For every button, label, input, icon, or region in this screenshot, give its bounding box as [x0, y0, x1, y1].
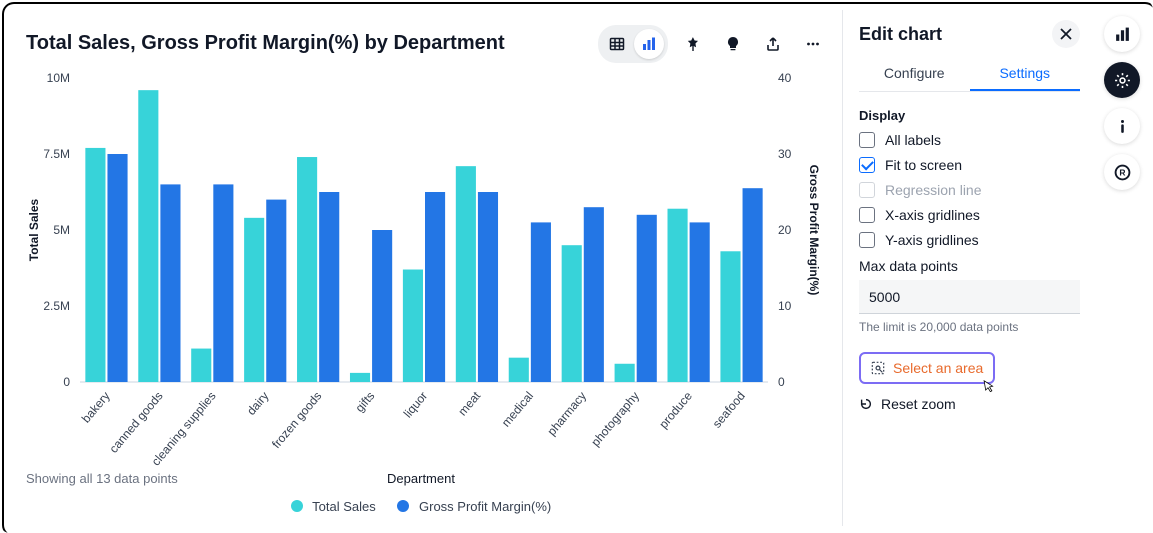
svg-text:bakery: bakery — [79, 389, 113, 426]
svg-text:seafood: seafood — [710, 389, 748, 431]
more-button[interactable] — [798, 29, 828, 59]
svg-text:R: R — [1119, 167, 1125, 177]
svg-text:10M: 10M — [47, 72, 70, 85]
svg-text:dairy: dairy — [244, 389, 271, 418]
svg-text:produce: produce — [656, 389, 695, 431]
x-axis-title: Department — [10, 471, 832, 486]
checkbox-icon — [859, 232, 875, 248]
svg-text:canned goods: canned goods — [106, 389, 165, 456]
panel-title: Edit chart — [859, 24, 942, 45]
svg-text:gifts: gifts — [352, 389, 377, 415]
rail-info-button[interactable] — [1104, 108, 1140, 144]
opt-x-gridlines[interactable]: X-axis gridlines — [859, 207, 1080, 223]
opt-all-labels[interactable]: All labels — [859, 132, 1080, 148]
chart-title: Total Sales, Gross Profit Margin(%) by D… — [26, 32, 505, 55]
opt-regression-line: Regression line — [859, 182, 1080, 198]
chart-plot[interactable]: 0 2.5M 5M 7.5M 10M 0 10 20 30 40 Total Sales Gross … — [22, 72, 820, 468]
tab-settings[interactable]: Settings — [970, 55, 1081, 91]
bar-chart-svg: 0 2.5M 5M 7.5M 10M 0 10 20 30 40 Total Sales Gross … — [22, 72, 820, 468]
svg-text:meat: meat — [455, 388, 483, 418]
insight-button[interactable] — [718, 29, 748, 59]
viz-toolbar — [598, 26, 828, 62]
view-mode-segment — [598, 25, 668, 63]
svg-text:7.5M: 7.5M — [43, 147, 70, 161]
edit-chart-panel: Edit chart Configure Settings Display Al… — [842, 10, 1092, 526]
select-area-button[interactable]: Select an area — [859, 352, 995, 384]
close-panel-button[interactable] — [1052, 20, 1080, 48]
svg-text:medical: medical — [499, 389, 536, 430]
legend-swatch-gpm — [397, 500, 409, 512]
legend: Total Sales Gross Profit Margin(%) — [10, 499, 832, 514]
rail-chart-button[interactable] — [1104, 16, 1140, 52]
pin-button[interactable] — [678, 29, 708, 59]
checkbox-icon — [859, 157, 875, 173]
svg-text:0: 0 — [63, 375, 70, 389]
display-header: Display — [859, 108, 1080, 123]
chart-view-button[interactable] — [634, 29, 664, 59]
svg-text:10: 10 — [778, 299, 792, 313]
cursor-icon — [981, 380, 995, 394]
checkbox-icon — [859, 132, 875, 148]
svg-text:2.5M: 2.5M — [43, 299, 70, 313]
panel-tabs: Configure Settings — [859, 55, 1080, 92]
svg-text:0: 0 — [778, 375, 785, 389]
svg-text:frozen goods: frozen goods — [269, 389, 324, 451]
legend-label-a: Total Sales — [312, 499, 376, 514]
checkbox-icon — [859, 182, 875, 198]
legend-label-b: Gross Profit Margin(%) — [419, 499, 551, 514]
svg-text:Total Sales: Total Sales — [27, 198, 41, 261]
max-points-label: Max data points — [859, 258, 1080, 274]
svg-text:Gross Profit Margin(%): Gross Profit Margin(%) — [807, 165, 820, 296]
svg-text:pharmacy: pharmacy — [544, 389, 589, 438]
legend-swatch-total-sales — [291, 500, 303, 512]
table-view-button[interactable] — [602, 29, 632, 59]
svg-text:40: 40 — [778, 72, 792, 85]
svg-text:5M: 5M — [53, 223, 70, 237]
svg-text:liquor: liquor — [401, 389, 431, 420]
max-points-hint: The limit is 20,000 data points — [859, 320, 1080, 334]
opt-y-gridlines[interactable]: Y-axis gridlines — [859, 232, 1080, 248]
svg-text:20: 20 — [778, 223, 792, 237]
reset-zoom-button[interactable]: Reset zoom — [859, 396, 1080, 412]
right-rail: R — [1098, 10, 1146, 526]
share-button[interactable] — [758, 29, 788, 59]
svg-text:photography: photography — [588, 389, 642, 449]
svg-text:30: 30 — [778, 147, 792, 161]
opt-fit-to-screen[interactable]: Fit to screen — [859, 157, 1080, 173]
chart-area: Total Sales, Gross Profit Margin(%) by D… — [10, 10, 832, 526]
rail-settings-button[interactable] — [1104, 62, 1140, 98]
tab-configure[interactable]: Configure — [859, 55, 970, 91]
rail-registered-button[interactable]: R — [1104, 154, 1140, 190]
max-points-input[interactable] — [859, 280, 1080, 314]
checkbox-icon — [859, 207, 875, 223]
